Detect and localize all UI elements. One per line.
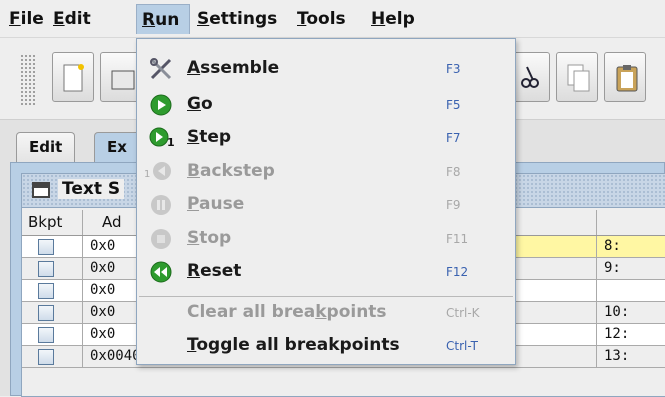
menu-item-clear-breakpoints[interactable]: Clear all breakpoints Ctrl-K <box>137 297 515 329</box>
backstep-icon <box>153 162 171 180</box>
address-cell: 0x0 <box>90 304 116 320</box>
menu-item-backstep[interactable]: 1 Backstep F8 <box>137 156 515 188</box>
line-cell: 13: <box>604 348 630 364</box>
shortcut-label: F11 <box>446 232 469 246</box>
shortcut-label: Ctrl-T <box>446 339 478 353</box>
current-line-highlight <box>510 236 665 257</box>
column-divider <box>596 302 597 323</box>
column-divider <box>82 302 83 323</box>
window-icon <box>32 182 50 198</box>
menu-item-assemble[interactable]: Assemble F3 <box>137 53 515 85</box>
menu-file[interactable]: File <box>4 4 49 34</box>
clipboard-icon <box>616 65 638 92</box>
menu-settings[interactable]: Settings <box>192 4 282 34</box>
new-file-icon <box>63 64 84 92</box>
address-cell: 0x0 <box>90 238 116 254</box>
breakpoint-checkbox[interactable] <box>38 283 54 299</box>
tab-edit[interactable]: Edit <box>16 132 76 162</box>
line-cell: 12: <box>604 326 630 342</box>
line-cell: 9: <box>604 260 621 276</box>
shortcut-label: F12 <box>446 265 469 279</box>
column-divider <box>596 236 597 257</box>
shortcut-label: F9 <box>446 198 461 212</box>
copy-icon <box>567 64 590 92</box>
shortcut-label: F5 <box>446 98 461 112</box>
menu-bar: File Edit Run Settings Tools Help <box>0 0 665 38</box>
new-file-button[interactable] <box>52 52 94 102</box>
menu-item-reset[interactable]: Reset F12 <box>137 256 515 288</box>
paste-button[interactable] <box>604 52 646 102</box>
breakpoint-checkbox[interactable] <box>38 327 54 343</box>
breakpoint-checkbox[interactable] <box>38 239 54 255</box>
address-cell: 0x0 <box>90 326 116 342</box>
column-bkpt[interactable]: Bkpt <box>28 213 62 231</box>
menu-help[interactable]: Help <box>366 4 420 34</box>
menu-item-pause[interactable]: Pause F9 <box>137 189 515 221</box>
address-cell: 0x0 <box>90 282 116 298</box>
column-divider <box>596 324 597 345</box>
shortcut-label: F3 <box>446 62 461 76</box>
column-divider <box>596 280 597 301</box>
breakpoint-checkbox[interactable] <box>38 305 54 321</box>
menu-tools[interactable]: Tools <box>292 4 351 34</box>
breakpoint-checkbox[interactable] <box>38 261 54 277</box>
line-cell: 8: <box>604 238 621 254</box>
run-menu-dropdown: Assemble F3 Go F5 1 Step F7 1 Backstep F… <box>136 38 516 365</box>
shortcut-label: Ctrl-K <box>446 306 480 320</box>
menu-item-stop[interactable]: Stop F11 <box>137 223 515 255</box>
menu-item-go[interactable]: Go F5 <box>137 89 515 121</box>
menu-edit[interactable]: Edit <box>48 4 96 34</box>
stop-icon <box>151 229 171 249</box>
menu-item-step[interactable]: 1 Step F7 <box>137 122 515 154</box>
column-address[interactable]: Ad <box>102 213 122 231</box>
reset-icon <box>150 261 172 283</box>
shortcut-label: F7 <box>446 131 461 145</box>
breakpoint-checkbox[interactable] <box>38 349 54 365</box>
step-count-subscript: 1 <box>167 136 175 149</box>
column-divider <box>82 236 83 257</box>
column-divider <box>596 210 597 235</box>
column-divider <box>82 324 83 345</box>
line-cell: 10: <box>604 304 630 320</box>
column-divider <box>596 346 597 367</box>
column-divider <box>82 346 83 367</box>
column-divider <box>82 280 83 301</box>
column-divider <box>596 258 597 279</box>
menu-item-toggle-breakpoints[interactable]: Toggle all breakpoints Ctrl-T <box>137 330 515 362</box>
open-folder-icon <box>111 70 135 90</box>
assemble-icon <box>150 58 172 80</box>
pause-icon <box>151 195 171 215</box>
go-icon <box>150 94 172 116</box>
address-cell: 0x0 <box>90 260 116 276</box>
shortcut-label: F8 <box>446 165 461 179</box>
copy-button[interactable] <box>556 52 598 102</box>
text-segment-title: Text S <box>58 179 125 199</box>
column-divider <box>82 258 83 279</box>
toolbar-grip[interactable] <box>20 54 36 106</box>
column-divider <box>82 210 83 235</box>
menu-run[interactable]: Run <box>136 4 190 34</box>
scissors-icon <box>521 66 539 88</box>
